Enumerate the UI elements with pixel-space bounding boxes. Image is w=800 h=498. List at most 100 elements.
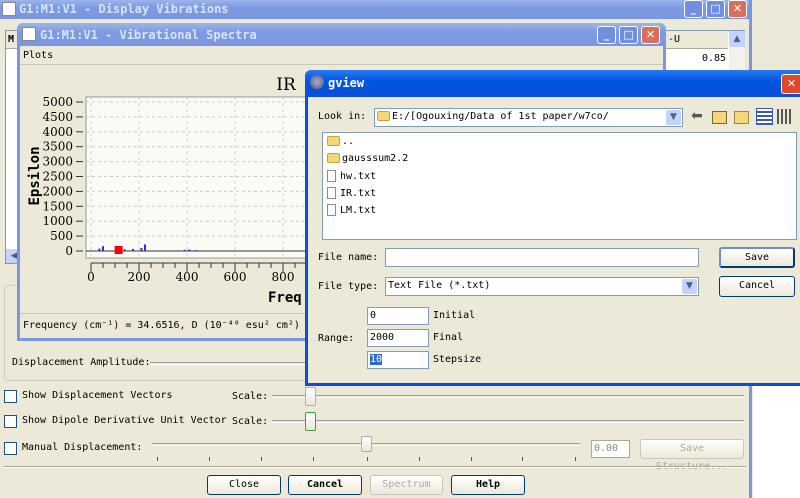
save-structure-button[interactable]: Save Structure... xyxy=(640,439,744,472)
x-tick-label: 200 xyxy=(128,270,151,284)
y-tick-label: 4000 xyxy=(42,125,73,139)
stepsize-value-selected: 10 xyxy=(370,354,383,365)
divider xyxy=(4,466,746,468)
file-list-item[interactable]: gausssum2.2 xyxy=(327,153,408,164)
slider-tick xyxy=(575,457,576,461)
stepsize-label: Stepsize xyxy=(433,354,482,365)
parent-folder-icon[interactable] xyxy=(712,111,727,124)
column-header-right[interactable]: -U xyxy=(668,34,680,45)
spectrum-peak xyxy=(123,249,126,251)
chevron-down-icon[interactable]: ▼ xyxy=(682,279,697,294)
initial-label: Initial xyxy=(433,310,476,321)
close-button[interactable]: Close xyxy=(207,475,281,495)
chart-title: IR xyxy=(276,75,297,95)
file-type-combo[interactable]: Text File (*.txt) ▼ xyxy=(385,277,699,296)
range-label: Range: xyxy=(318,333,355,344)
slider-tick xyxy=(313,457,314,461)
y-tick-label: 1000 xyxy=(42,214,73,228)
close-window-button[interactable]: ✕ xyxy=(641,26,660,44)
manual-displacement-checkbox[interactable] xyxy=(4,442,17,455)
look-in-value: E:/[Ogouxing/Data of 1st paper/w7co/ xyxy=(392,111,609,122)
x-axis-label: Freq xyxy=(268,290,302,306)
close-window-button[interactable]: ✕ xyxy=(728,0,747,18)
spectrum-button[interactable]: Spectrum xyxy=(370,475,443,495)
slider-tick xyxy=(522,457,523,461)
file-list-item[interactable]: LM.txt xyxy=(327,204,376,216)
file-name-input[interactable] xyxy=(385,248,699,267)
close-dialog-button[interactable]: ✕ xyxy=(781,74,800,94)
final-input[interactable]: 2000 xyxy=(367,329,429,347)
outer-title-bar[interactable]: G1:M1:V1 - Display Vibrations _ □ ✕ xyxy=(0,0,749,19)
displacement-scale-slider[interactable] xyxy=(272,395,744,398)
outer-window-title: G1:M1:V1 - Display Vibrations xyxy=(19,2,229,16)
text-file-icon xyxy=(327,170,336,182)
column-header-left[interactable]: M xyxy=(8,34,14,45)
initial-input[interactable]: 0 xyxy=(367,307,429,325)
show-dipole-vector-checkbox[interactable] xyxy=(4,415,17,428)
spectra-title-bar[interactable]: G1:M1:V1 - Vibrational Spectra _ □ ✕ xyxy=(17,23,666,46)
file-list-item[interactable]: hw.txt xyxy=(327,170,376,182)
gview-save-dialog: gview ✕ Look in: E:/[Ogouxing/Data of 1s… xyxy=(305,70,800,386)
app-icon xyxy=(22,27,36,41)
x-tick-label: 800 xyxy=(272,270,295,284)
spectrum-peak xyxy=(140,248,143,251)
y-tick-label: 0 xyxy=(65,244,73,258)
gview-title-bar[interactable]: gview ✕ xyxy=(305,70,800,97)
y-tick-label: 3500 xyxy=(42,140,73,154)
maximize-button[interactable]: □ xyxy=(619,26,638,44)
file-name: gausssum2.2 xyxy=(342,153,409,164)
spectrum-peak xyxy=(144,244,146,251)
scroll-up-icon[interactable]: ▲ xyxy=(729,31,745,47)
spectrum-peak xyxy=(102,246,104,251)
manual-displacement-thumb[interactable] xyxy=(361,436,372,452)
look-in-combo[interactable]: E:/[Ogouxing/Data of 1st paper/w7co/ ▼ xyxy=(374,108,683,127)
help-button[interactable]: Help xyxy=(451,475,525,495)
file-name: IR.txt xyxy=(340,188,377,199)
list-view-icon[interactable] xyxy=(777,109,792,124)
x-tick-label: 600 xyxy=(224,270,247,284)
menu-bar: Plots xyxy=(20,46,663,65)
slider-tick xyxy=(471,457,472,461)
file-name: hw.txt xyxy=(340,171,377,182)
cancel-button[interactable]: Cancel xyxy=(288,475,362,495)
manual-displacement-value[interactable]: 0.00 xyxy=(591,440,630,458)
show-dipole-vector-label: Show Dipole Derivative Unit Vector xyxy=(22,415,227,426)
menu-plots[interactable]: Plots xyxy=(23,50,53,61)
minimize-button[interactable]: _ xyxy=(684,0,703,18)
y-tick-label: 5000 xyxy=(42,95,73,109)
file-name: LM.txt xyxy=(340,205,377,216)
scale-label-2: Scale: xyxy=(232,416,269,427)
file-list-item[interactable]: IR.txt xyxy=(327,187,376,199)
minimize-button[interactable]: _ xyxy=(597,26,616,44)
slider-tick xyxy=(261,457,262,461)
spectrum-peak xyxy=(188,249,191,251)
show-displacement-vectors-checkbox[interactable] xyxy=(4,390,17,403)
new-folder-icon[interactable] xyxy=(734,111,749,124)
slider-tick xyxy=(209,457,210,461)
dipole-scale-thumb[interactable] xyxy=(305,412,316,431)
stepsize-input[interactable]: 10 xyxy=(367,351,429,369)
text-file-icon xyxy=(327,187,336,199)
dipole-scale-slider[interactable] xyxy=(272,420,744,423)
app-icon xyxy=(2,2,16,16)
dialog-cancel-button[interactable]: Cancel xyxy=(719,276,795,297)
spectrum-peak xyxy=(98,248,101,251)
detail-view-icon[interactable] xyxy=(756,108,773,125)
y-tick-label: 1500 xyxy=(42,199,73,213)
save-button[interactable]: Save xyxy=(719,247,795,268)
manual-displacement-label: Manual Displacement: xyxy=(22,442,143,453)
back-icon[interactable]: ⬅ xyxy=(691,108,703,124)
displacement-scale-thumb[interactable] xyxy=(305,387,316,406)
table-cell-value: 0.85 xyxy=(702,53,727,64)
file-list-item[interactable]: .. xyxy=(327,136,354,147)
chevron-down-icon[interactable]: ▼ xyxy=(666,110,681,125)
file-name: .. xyxy=(342,136,355,147)
file-list[interactable]: .. gausssum2.2 hw.txt IR.txt LM.txt xyxy=(322,132,797,240)
maximize-button[interactable]: □ xyxy=(706,0,725,18)
spectrum-peak xyxy=(132,248,134,251)
scale-label-1: Scale: xyxy=(232,391,269,402)
spectrum-peak xyxy=(183,249,186,251)
final-label: Final xyxy=(433,332,464,343)
text-file-icon xyxy=(327,204,336,216)
folder-icon xyxy=(327,136,340,146)
